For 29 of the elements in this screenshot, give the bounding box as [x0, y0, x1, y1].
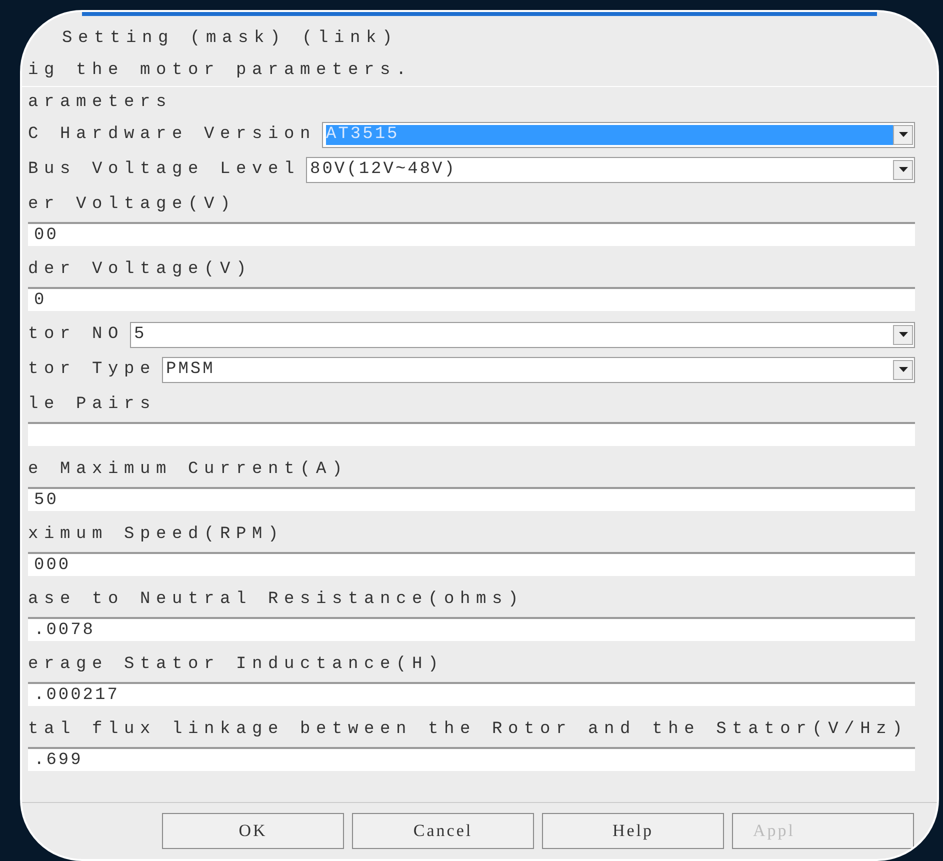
input-field[interactable]: 000: [28, 552, 915, 576]
dialog-button[interactable]: Help: [542, 813, 724, 849]
parameter-label: tal flux linkage between the Rotor and the Stator(V/Hz): [28, 720, 908, 739]
dropdown-field[interactable]: 80V(12V~48V): [306, 156, 915, 182]
parameter-label: le Pairs: [28, 395, 156, 414]
parameter-label: er Voltage(V): [28, 195, 236, 214]
dropdown-field[interactable]: PMSM: [162, 356, 915, 382]
parameter-label: C Hardware Version: [28, 125, 316, 144]
dialog-button[interactable]: OK: [162, 813, 344, 849]
parameter-label: ximum Speed(RPM): [28, 525, 284, 544]
description-text: ig the motor parameters.: [28, 60, 412, 80]
input-field[interactable]: .0078: [28, 617, 915, 641]
parameter-label: der Voltage(V): [28, 260, 252, 279]
input-field[interactable]: .000217: [28, 682, 915, 706]
parameter-label: ase to Neutral Resistance(ohms): [28, 590, 524, 609]
dialog-button[interactable]: Cancel: [352, 813, 534, 849]
parameter-label: Bus Voltage Level: [28, 160, 300, 179]
section-label: arameters: [28, 92, 172, 112]
parameter-label: tor Type: [28, 360, 156, 379]
input-field[interactable]: 0: [28, 287, 915, 311]
input-field[interactable]: 00: [28, 222, 915, 246]
input-field[interactable]: 50: [28, 487, 915, 511]
parameter-label: tor NO: [28, 325, 124, 344]
input-field[interactable]: [28, 422, 915, 446]
block-title: Setting (mask) (link): [62, 28, 398, 48]
input-field[interactable]: .699: [28, 747, 915, 771]
parameter-label: e Maximum Current(A): [28, 460, 348, 479]
dropdown-field[interactable]: 5: [130, 322, 915, 348]
parameter-label: erage Stator Inductance(H): [28, 655, 444, 674]
